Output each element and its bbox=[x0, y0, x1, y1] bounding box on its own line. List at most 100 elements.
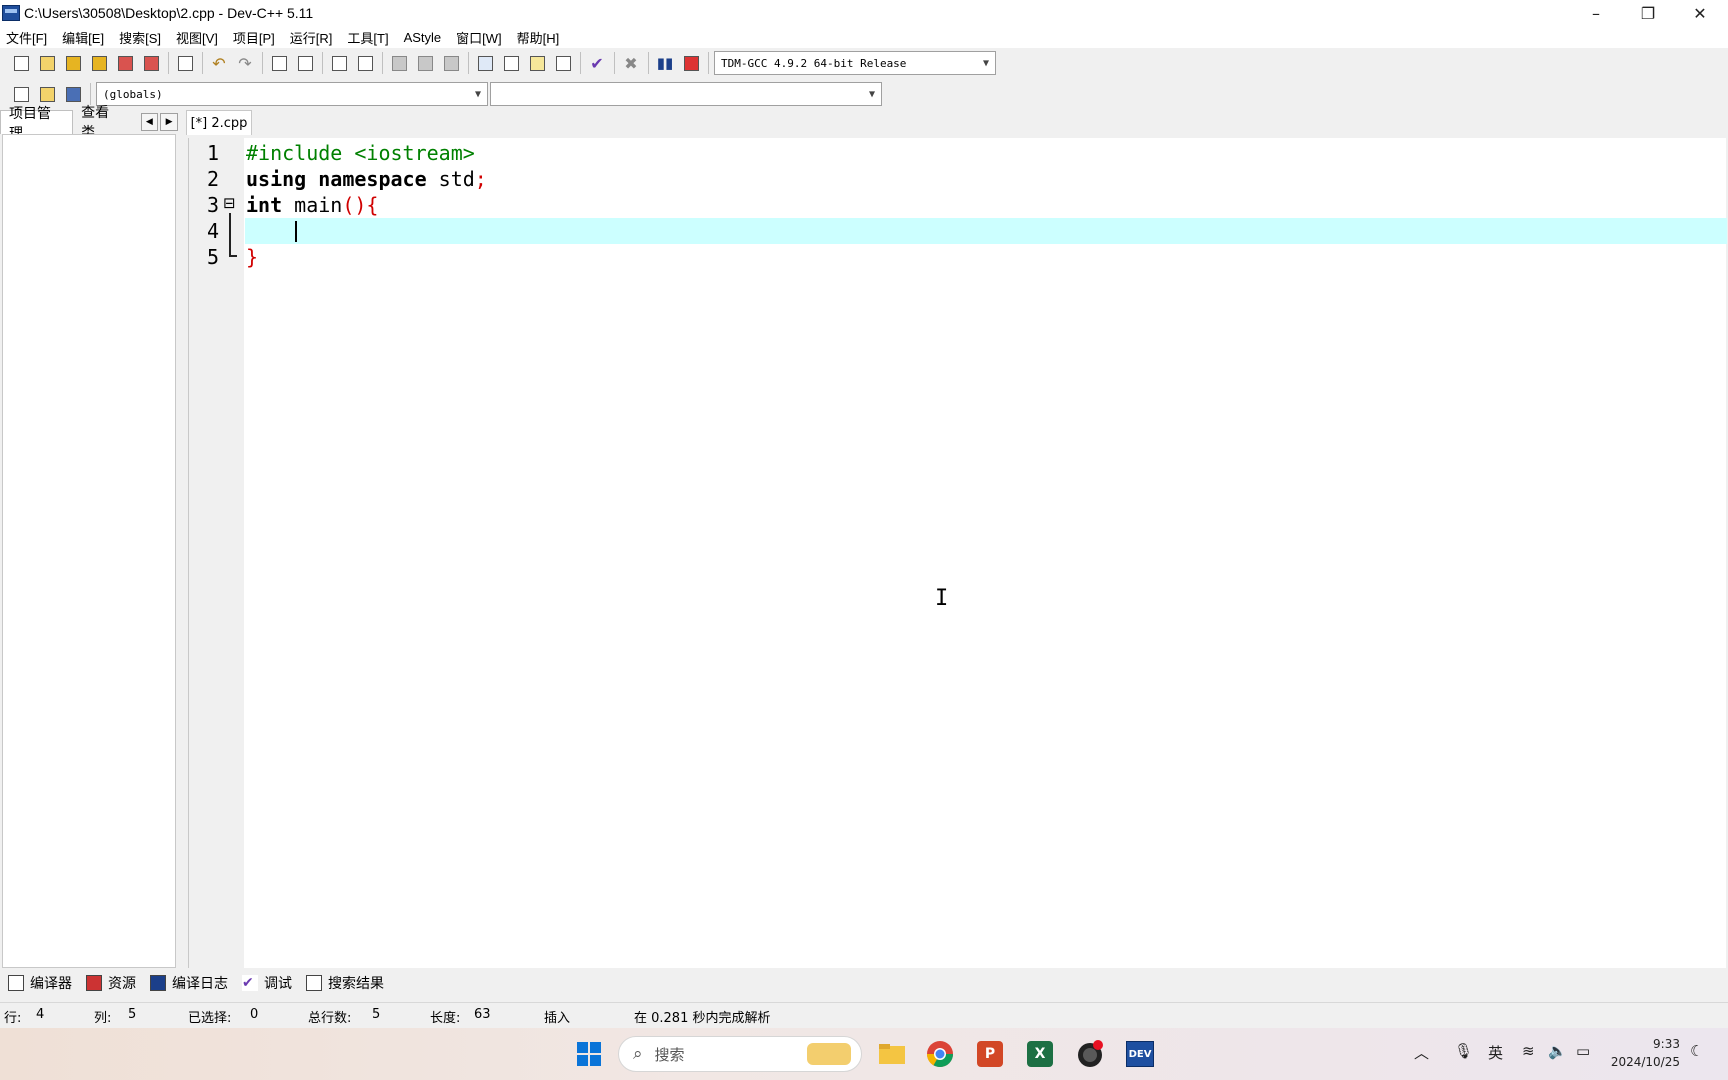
menu-run[interactable]: 运行[R] bbox=[290, 28, 333, 47]
close-all-icon[interactable] bbox=[140, 52, 162, 74]
code-editor[interactable]: 1 2 3 4 5 ⊟ #include <iostream> using na… bbox=[188, 138, 1727, 968]
menu-edit[interactable]: 编辑[E] bbox=[62, 28, 104, 47]
class-toolbar: (globals) ▼ ▼ bbox=[0, 80, 1728, 108]
tab-project-manager[interactable]: 项目管理 bbox=[0, 106, 74, 142]
status-col-label: 列: bbox=[94, 1011, 112, 1026]
chrome-icon[interactable] bbox=[924, 1038, 956, 1070]
minimize-button[interactable]: – bbox=[1570, 0, 1622, 26]
menu-help[interactable]: 帮助[H] bbox=[517, 28, 560, 47]
toolbar-divider bbox=[580, 52, 581, 74]
keyword: int bbox=[246, 193, 283, 217]
print-icon[interactable] bbox=[174, 52, 196, 74]
open-file-icon[interactable] bbox=[36, 52, 58, 74]
menu-window[interactable]: 窗口[W] bbox=[456, 28, 502, 47]
replace-icon[interactable] bbox=[294, 52, 316, 74]
toggle-bookmark-icon[interactable] bbox=[388, 52, 410, 74]
new-file-icon[interactable] bbox=[10, 52, 32, 74]
unindent-icon[interactable] bbox=[354, 52, 376, 74]
stop-execution-icon[interactable]: ✖ bbox=[620, 52, 642, 74]
tab-compiler[interactable]: 编译器 bbox=[8, 973, 72, 993]
toolbar-divider bbox=[648, 52, 649, 74]
save-icon[interactable] bbox=[62, 52, 84, 74]
windows-start-icon[interactable] bbox=[573, 1038, 605, 1070]
excel-icon[interactable]: X bbox=[1024, 1038, 1056, 1070]
code-line-5: } bbox=[246, 244, 258, 270]
microphone-icon[interactable]: 🎙 bbox=[1454, 1042, 1473, 1060]
taskbar-clock[interactable]: 9:33 2024/10/25 bbox=[1608, 1035, 1680, 1071]
obs-icon[interactable] bbox=[1074, 1038, 1106, 1070]
run-icon[interactable] bbox=[500, 52, 522, 74]
identifier: main bbox=[282, 193, 343, 217]
toolbar-divider bbox=[614, 52, 615, 74]
status-row-label: 行: bbox=[4, 1011, 22, 1026]
wifi-icon[interactable]: ≋ bbox=[1522, 1042, 1535, 1060]
menu-file[interactable]: 文件[F] bbox=[6, 28, 47, 47]
rebuild-all-icon[interactable] bbox=[552, 52, 574, 74]
menu-search[interactable]: 搜索[S] bbox=[119, 28, 161, 47]
tab-search-results[interactable]: 搜索结果 bbox=[306, 973, 384, 993]
compiler-icon bbox=[8, 975, 24, 991]
compile-run-icon[interactable] bbox=[526, 52, 548, 74]
menu-project[interactable]: 项目[P] bbox=[233, 28, 275, 47]
window-title: C:\Users\30508\Desktop\2.cpp - Dev-C++ 5… bbox=[24, 5, 314, 21]
resources-icon bbox=[86, 975, 102, 991]
tab-scroll-left-icon[interactable]: ◀ bbox=[140, 113, 159, 131]
powerpoint-label: P bbox=[977, 1041, 1003, 1067]
editor-tab-2cpp[interactable]: [*] 2.cpp bbox=[186, 110, 252, 135]
status-insert-mode: 插入 bbox=[544, 1011, 571, 1026]
menu-view[interactable]: 视图[V] bbox=[176, 28, 218, 47]
toolbar-divider bbox=[168, 52, 169, 74]
toolbar-divider bbox=[468, 52, 469, 74]
tab-debug[interactable]: ✔ 调试 bbox=[242, 973, 292, 993]
find-icon[interactable] bbox=[268, 52, 290, 74]
chevron-down-icon: ▼ bbox=[868, 88, 875, 100]
tab-scroll-right-icon[interactable]: ▶ bbox=[160, 113, 178, 131]
fold-collapse-icon[interactable]: ⊟ bbox=[223, 196, 236, 211]
compile-icon[interactable] bbox=[474, 52, 496, 74]
indent-icon[interactable] bbox=[328, 52, 350, 74]
taskbar-search-placeholder: 搜索 bbox=[654, 1045, 685, 1064]
syntax-check-icon[interactable]: ✔ bbox=[586, 52, 608, 74]
delete-profile-icon[interactable] bbox=[680, 52, 702, 74]
symbol: (){ bbox=[342, 193, 379, 217]
tab-compile-log[interactable]: 编译日志 bbox=[150, 973, 228, 993]
chevron-down-icon: ▼ bbox=[474, 88, 481, 100]
redo-icon[interactable]: ↷ bbox=[234, 52, 256, 74]
line-number: 3 bbox=[206, 193, 219, 217]
volume-icon[interactable]: 🔈 bbox=[1548, 1042, 1567, 1060]
notification-icon[interactable]: ☾ bbox=[1690, 1042, 1703, 1060]
tab-class-browser[interactable]: 查看类 bbox=[73, 105, 130, 141]
menu-astyle[interactable]: AStyle bbox=[404, 30, 442, 45]
file-explorer-icon[interactable] bbox=[876, 1038, 908, 1070]
restore-button[interactable]: ❐ bbox=[1622, 0, 1674, 26]
text-caret bbox=[295, 221, 297, 242]
menu-tools[interactable]: 工具[T] bbox=[347, 28, 388, 47]
project-panel[interactable] bbox=[2, 134, 176, 968]
excel-label: X bbox=[1027, 1041, 1053, 1067]
goto-bookmark-icon[interactable] bbox=[414, 52, 436, 74]
symbol: } bbox=[246, 245, 259, 269]
search-highlight-illustration-icon bbox=[807, 1043, 851, 1065]
tab-resources[interactable]: 资源 bbox=[86, 973, 136, 993]
battery-icon[interactable]: ▭ bbox=[1576, 1042, 1590, 1060]
goto-line-icon[interactable] bbox=[440, 52, 462, 74]
windows-taskbar: ⌕ 搜索 P X DEV ︿ 🎙 英 ≋ 🔈 ▭ 9:33 2024/10/25… bbox=[0, 1028, 1728, 1080]
profile-analysis-icon[interactable]: ▮▮ bbox=[654, 52, 676, 74]
function-select[interactable]: ▼ bbox=[490, 82, 882, 106]
show-hidden-icons-chevron-icon[interactable]: ︿ bbox=[1414, 1042, 1429, 1063]
tab-label: 搜索结果 bbox=[328, 976, 384, 992]
devcpp-taskbar-icon[interactable]: DEV bbox=[1124, 1038, 1156, 1070]
close-button[interactable]: ✕ bbox=[1674, 0, 1726, 26]
status-col-value: 5 bbox=[128, 1007, 137, 1022]
taskbar-search-box[interactable]: ⌕ 搜索 bbox=[618, 1036, 862, 1072]
undo-icon[interactable]: ↶ bbox=[208, 52, 230, 74]
close-file-icon[interactable] bbox=[114, 52, 136, 74]
scope-select[interactable]: (globals) ▼ bbox=[96, 82, 488, 106]
tab-label: 编译日志 bbox=[172, 976, 228, 992]
powerpoint-icon[interactable]: P bbox=[974, 1038, 1006, 1070]
fold-line bbox=[229, 213, 231, 257]
compiler-select[interactable]: TDM-GCC 4.9.2 64-bit Release ▼ bbox=[714, 51, 996, 75]
save-all-icon[interactable] bbox=[88, 52, 110, 74]
devcpp-taskbar-label: DEV bbox=[1126, 1041, 1154, 1067]
input-method-indicator[interactable]: 英 bbox=[1488, 1042, 1503, 1063]
